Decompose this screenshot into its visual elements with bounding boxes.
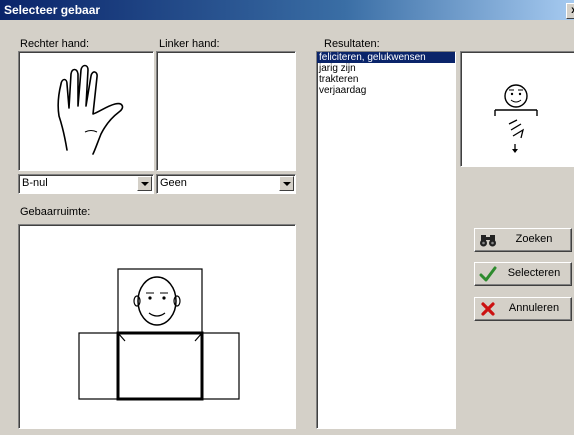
search-button[interactable]: Zoeken — [474, 228, 572, 252]
results-label: Resultaten: — [324, 38, 380, 50]
window-title: Selecteer gebaar — [4, 3, 101, 17]
space-preview — [18, 224, 296, 429]
signing-space-icon — [78, 268, 240, 401]
search-button-label: Zoeken — [515, 233, 553, 245]
right-hand-value: B-nul — [22, 177, 48, 189]
left-hand-value: Geen — [160, 177, 187, 189]
sign-preview — [460, 51, 574, 167]
signwriting-icon — [494, 84, 538, 153]
select-button[interactable]: Selecteren — [474, 262, 572, 286]
chevron-down-icon[interactable] — [137, 176, 152, 191]
checkmark-icon — [479, 265, 497, 283]
select-button-label: Selecteren — [507, 267, 561, 279]
list-item[interactable]: feliciteren, gelukwensen — [317, 52, 455, 63]
results-list[interactable]: feliciteren, gelukwensen jarig zijn trakte… — [316, 51, 456, 429]
space-label: Gebaarruimte: — [20, 206, 91, 218]
cross-icon — [479, 300, 497, 318]
left-hand-preview — [156, 51, 296, 171]
cancel-button[interactable]: Annuleren — [474, 297, 572, 321]
handshape-b-icon — [57, 64, 124, 155]
binoculars-icon — [479, 231, 497, 249]
title-bar: Selecteer gebaar x — [0, 0, 574, 20]
right-hand-label: Rechter hand: — [20, 38, 90, 50]
cancel-button-label: Annuleren — [508, 302, 560, 314]
chevron-down-icon[interactable] — [279, 176, 294, 191]
list-item[interactable]: verjaardag — [317, 85, 455, 96]
right-hand-select[interactable]: B-nul — [18, 174, 154, 194]
list-item[interactable]: jarig zijn — [317, 63, 455, 74]
list-item[interactable]: trakteren — [317, 74, 455, 85]
left-hand-select[interactable]: Geen — [156, 174, 296, 194]
close-button[interactable]: x — [566, 3, 574, 19]
left-hand-label: Linker hand: — [159, 38, 220, 50]
right-hand-preview — [18, 51, 154, 171]
